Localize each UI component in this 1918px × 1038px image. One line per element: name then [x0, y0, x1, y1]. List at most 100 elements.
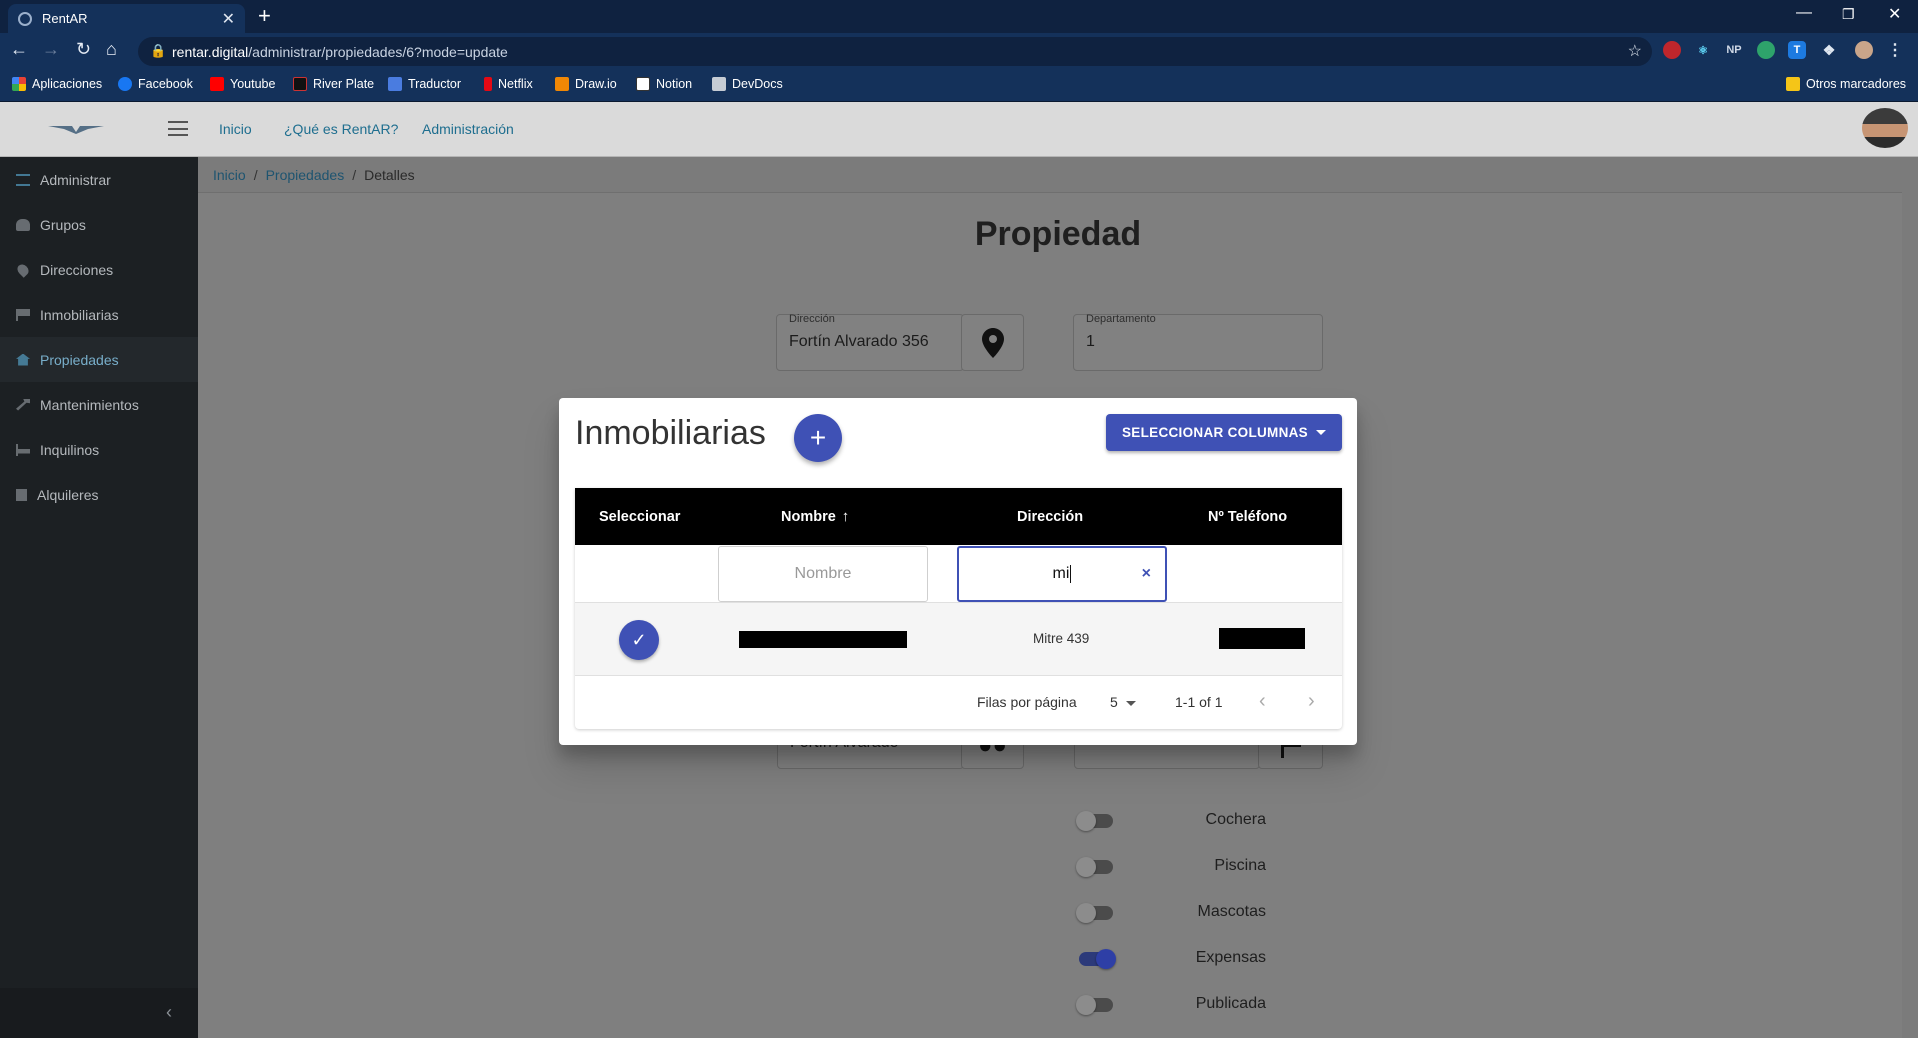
switch[interactable]: [1076, 903, 1113, 923]
departamento-value: 1: [1086, 333, 1095, 350]
bookmark-star-icon[interactable]: ☆: [1628, 41, 1642, 61]
toggle-piscina[interactable]: Piscina: [198, 853, 1918, 881]
ext-green-icon[interactable]: [1757, 41, 1775, 59]
direccion-field[interactable]: Dirección Fortín Alvarado 356: [776, 313, 964, 371]
other-bookmarks[interactable]: Otros marcadores: [1786, 77, 1906, 91]
ext-np-icon[interactable]: NP: [1725, 41, 1743, 59]
breadcrumb-inicio[interactable]: Inicio: [213, 167, 246, 183]
text-cursor: [1070, 565, 1072, 583]
sidebar-item-administrar[interactable]: Administrar: [0, 157, 198, 202]
sidebar-item-mantenimientos[interactable]: Mantenimientos: [0, 382, 198, 427]
toggle-mascotas[interactable]: Mascotas: [198, 899, 1918, 927]
devdocs-icon: [712, 77, 726, 91]
close-tab-icon[interactable]: ✕: [222, 9, 235, 29]
toggle-publicada[interactable]: Publicada: [198, 991, 1918, 1019]
selected-check-icon[interactable]: ✓: [619, 620, 659, 660]
river-plate-icon: [293, 77, 307, 91]
bookmark-devdocs[interactable]: DevDocs: [712, 77, 783, 91]
bookmark-label: Otros marcadores: [1806, 77, 1907, 91]
breadcrumb-propiedades[interactable]: Propiedades: [266, 167, 345, 183]
react-devtools-icon[interactable]: ⚛: [1694, 41, 1712, 59]
new-tab-button[interactable]: +: [258, 3, 271, 29]
switch[interactable]: [1076, 995, 1113, 1015]
direccion-label: Dirección: [789, 313, 835, 325]
departamento-field[interactable]: Departamento 1: [1073, 313, 1323, 371]
reload-icon[interactable]: ↻: [76, 39, 91, 60]
switch[interactable]: [1076, 811, 1113, 831]
sidebar-collapse-icon[interactable]: ‹: [166, 1002, 172, 1023]
ext-red-icon[interactable]: [1663, 41, 1681, 59]
page-title: Propiedad: [974, 215, 1142, 253]
folder-icon: [1786, 77, 1800, 91]
sidebar-item-propiedades[interactable]: Propiedades: [0, 337, 198, 382]
sidebar-item-label: Administrar: [40, 171, 111, 188]
back-icon[interactable]: ←: [10, 39, 28, 60]
restore-icon[interactable]: ❐: [1842, 6, 1855, 23]
sidebar-item-label: Mantenimientos: [40, 396, 139, 413]
filter-nombre-input[interactable]: Nombre: [718, 546, 928, 602]
hammer-icon: [16, 398, 30, 411]
prev-page-icon[interactable]: ‹: [1259, 690, 1266, 713]
bookmark-label: Aplicaciones: [32, 77, 103, 91]
bookmark-label: Facebook: [138, 77, 193, 91]
browser-tab[interactable]: RentAR ✕: [8, 4, 245, 33]
user-avatar[interactable]: [1862, 108, 1908, 148]
apps-grid-icon: [12, 77, 26, 91]
select-columns-label: SELECCIONAR COLUMNAS: [1121, 425, 1308, 440]
bookmark-youtube[interactable]: Youtube: [210, 77, 275, 91]
clear-filter-icon[interactable]: ×: [1142, 565, 1151, 583]
switch[interactable]: [1079, 949, 1116, 969]
header-direccion[interactable]: Dirección: [1017, 488, 1083, 545]
sidebar-item-label: Inquilinos: [40, 441, 100, 458]
toggle-expensas[interactable]: Expensas: [198, 945, 1918, 973]
minimize-icon[interactable]: —: [1796, 4, 1812, 22]
address-bar[interactable]: 🔒 rentar.digital/administrar/propiedades…: [138, 37, 1652, 66]
sidebar: Administrar Grupos Direcciones Inmobilia…: [0, 157, 198, 1038]
switch[interactable]: [1076, 857, 1113, 877]
close-window-icon[interactable]: ✕: [1888, 4, 1901, 24]
sidebar-footer: ‹: [0, 988, 198, 1038]
bookmark-label: Netflix: [498, 77, 533, 91]
rentar-logo[interactable]: [48, 120, 104, 136]
header-nombre[interactable]: Nombre ↑: [781, 488, 849, 545]
profile-avatar-icon[interactable]: [1855, 41, 1873, 59]
sidebar-item-alquileres[interactable]: Alquileres: [0, 472, 198, 517]
add-inmobiliaria-button[interactable]: +: [794, 414, 842, 462]
toggle-cochera[interactable]: Cochera: [198, 807, 1918, 835]
bookmark-label: Youtube: [230, 77, 276, 91]
table-row[interactable]: ✓ Mitre 439: [575, 603, 1342, 676]
bookmark-drawio[interactable]: Draw.io: [555, 77, 617, 91]
extensions-puzzle-icon[interactable]: ❖: [1820, 41, 1838, 59]
ext-translate-icon[interactable]: T: [1788, 41, 1806, 59]
menu-kebab-icon[interactable]: ⋮: [1886, 41, 1904, 59]
sidebar-item-direcciones[interactable]: Direcciones: [0, 247, 198, 292]
home-icon[interactable]: ⌂: [106, 39, 117, 60]
sidebar-item-grupos[interactable]: Grupos: [0, 202, 198, 247]
youtube-icon: [210, 77, 224, 91]
bookmark-netflix[interactable]: Netflix: [484, 77, 533, 91]
app-header: Inicio ¿Qué es RentAR? Administración: [0, 102, 1918, 157]
filter-direccion-input[interactable]: mi ×: [957, 546, 1167, 602]
bed-icon: [16, 443, 30, 456]
menu-toggle-icon[interactable]: [168, 121, 188, 136]
sort-arrow-up-icon[interactable]: ↑: [842, 508, 850, 525]
table-pagination: Filas por página 5 1-1 of 1 ‹ ›: [575, 676, 1342, 729]
bookmark-traductor[interactable]: Traductor: [388, 77, 461, 91]
bookmark-apps[interactable]: Aplicaciones: [12, 77, 102, 91]
sidebar-item-inmobiliarias[interactable]: Inmobiliarias: [0, 292, 198, 337]
bookmark-river-plate[interactable]: River Plate: [293, 77, 374, 91]
sidebar-item-inquilinos[interactable]: Inquilinos: [0, 427, 198, 472]
header-nombre-label: Nombre: [781, 508, 836, 525]
bookmark-facebook[interactable]: Facebook: [118, 77, 193, 91]
nav-inicio[interactable]: Inicio: [219, 121, 252, 137]
nav-que-es-rentar[interactable]: ¿Qué es RentAR?: [284, 121, 398, 137]
map-pin-button[interactable]: [961, 314, 1024, 371]
sidebar-item-label: Alquileres: [37, 486, 99, 503]
forward-icon[interactable]: →: [42, 39, 60, 60]
header-telefono[interactable]: Nº Teléfono: [1208, 488, 1287, 545]
next-page-icon[interactable]: ›: [1308, 690, 1315, 713]
rows-per-page-select[interactable]: 5: [1110, 694, 1136, 710]
select-columns-button[interactable]: SELECCIONAR COLUMNAS: [1106, 414, 1342, 451]
bookmark-notion[interactable]: Notion: [636, 77, 692, 91]
nav-administracion[interactable]: Administración: [422, 121, 514, 137]
